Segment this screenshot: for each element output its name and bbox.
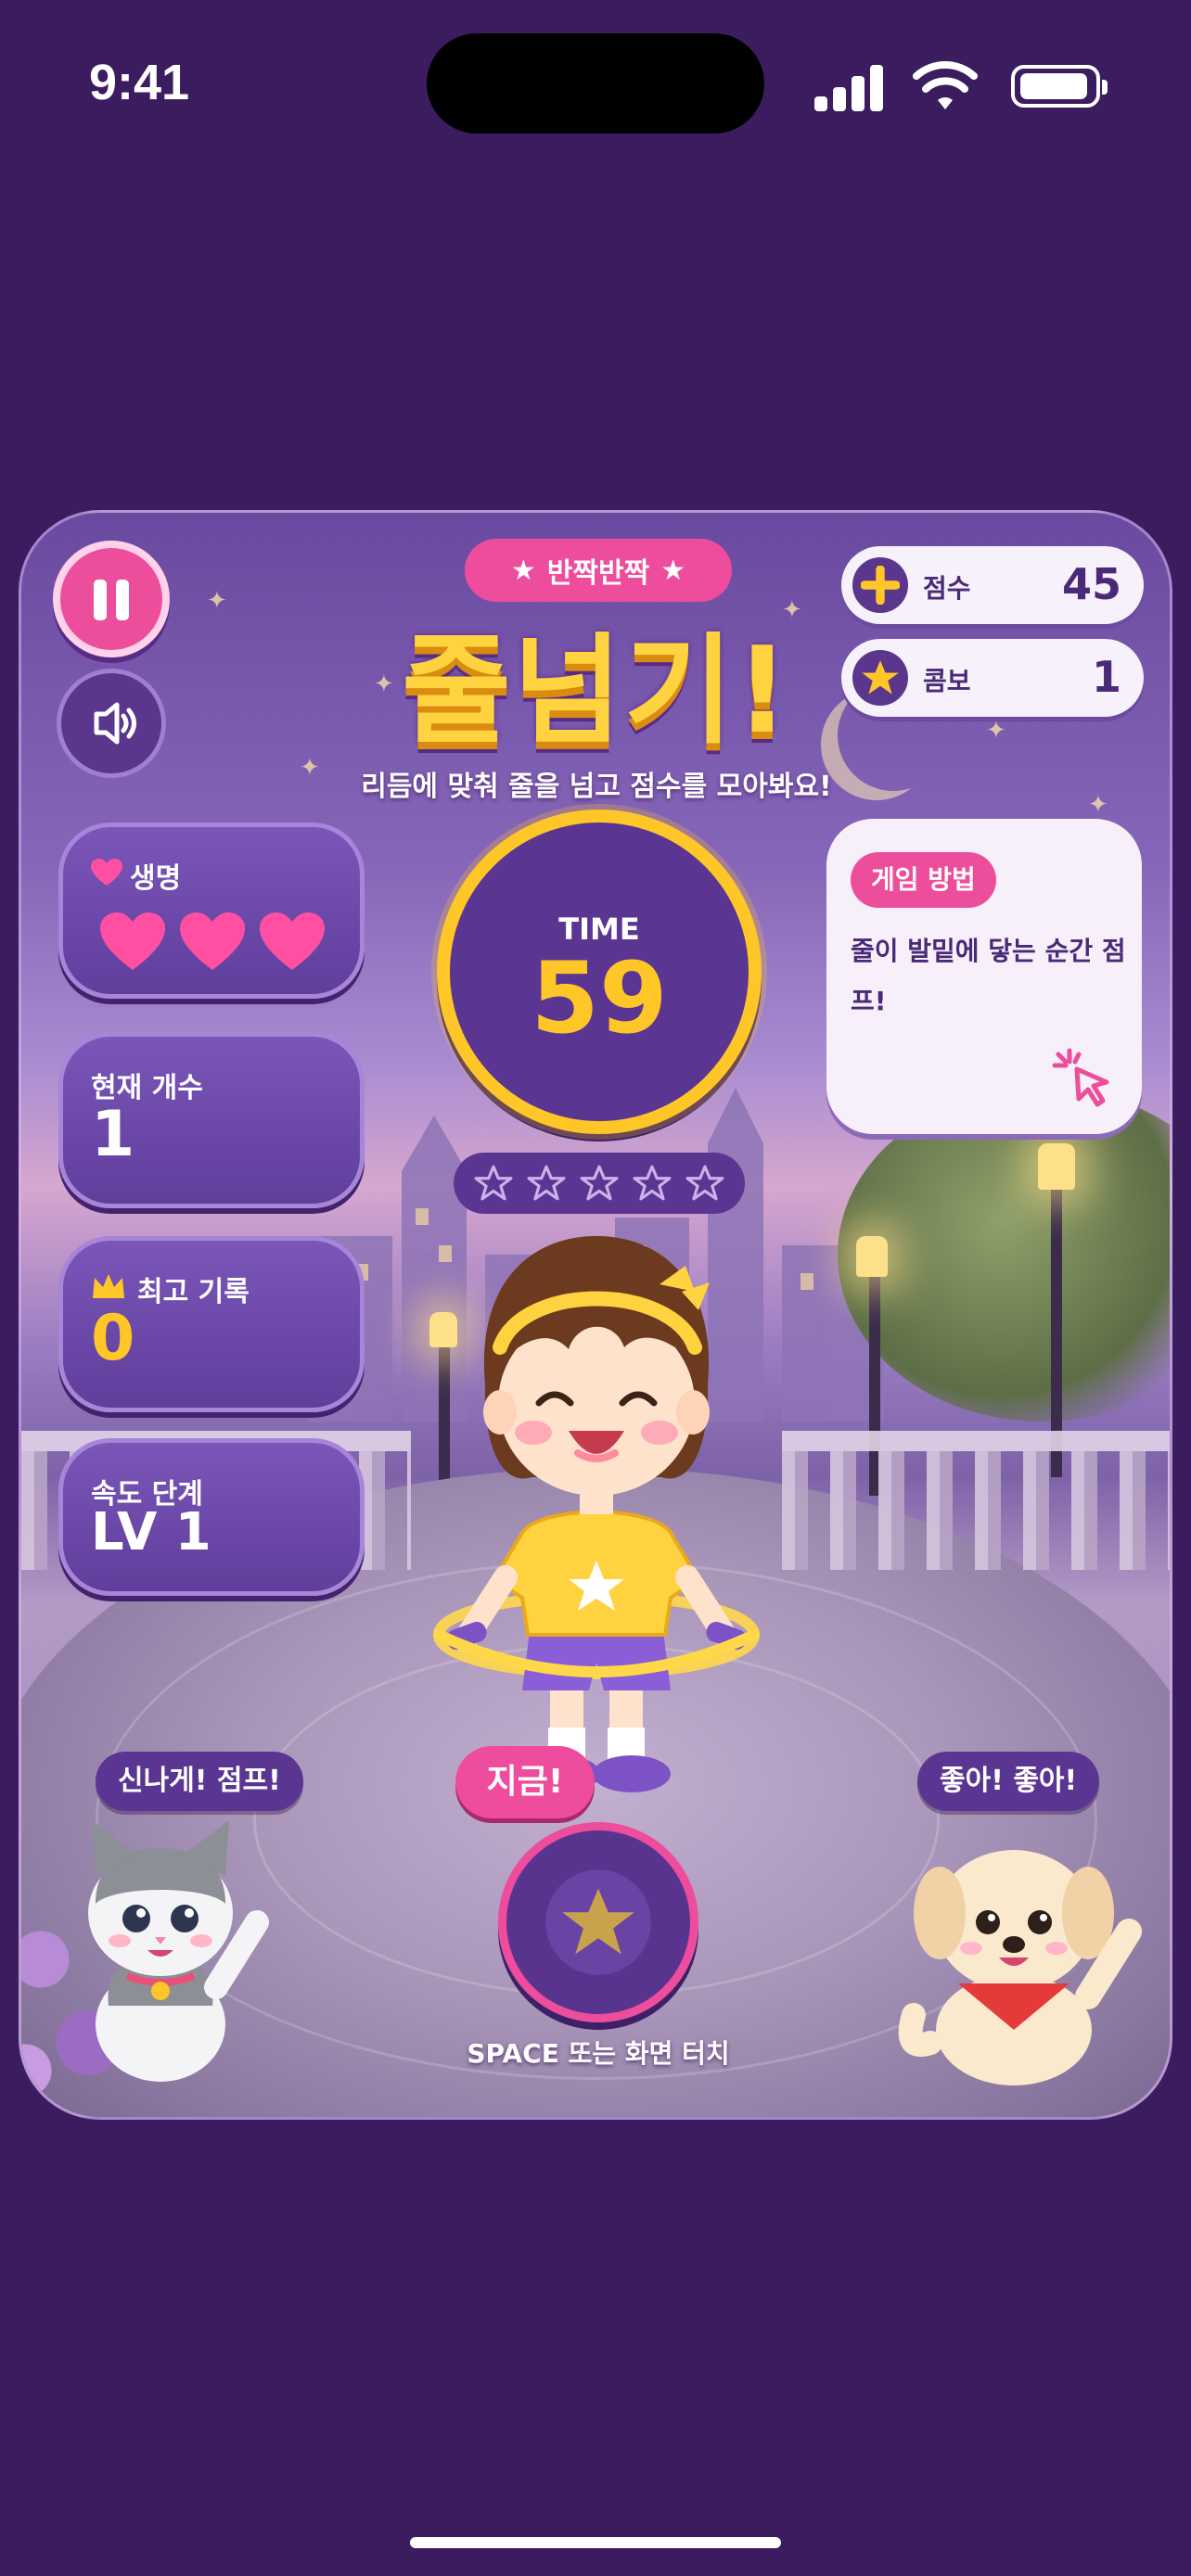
battery-icon [1011,65,1108,108]
combo-value: 1 [1091,652,1121,702]
how-to-play-text: 줄이 발밑에 닿는 순간 점프! [851,936,1126,1016]
star-icon: ★ [510,554,536,587]
rating-star-icon [580,1165,619,1201]
tap-cursor-icon [1052,1048,1109,1107]
dog-speech-bubble: 좋아! 좋아! [917,1752,1100,1811]
subtitle-badge-label: 반짝반짝 [546,557,650,590]
pause-icon-bar [116,580,129,620]
best-record-label: 최고 기록 [137,1276,250,1308]
subtitle-badge: ★ 반짝반짝 ★ [465,539,732,602]
rating-star-icon [633,1165,672,1201]
lives-card: 생명 [58,823,365,999]
lives-label: 생명 [130,862,182,895]
sound-button[interactable] [57,669,166,778]
combo-label: 콤보 [923,666,971,696]
status-bar: 9:41 [0,0,1191,167]
pause-icon [94,580,107,620]
girl-character [433,1236,760,1792]
star-rating [454,1153,745,1214]
rating-star-icon [527,1165,566,1201]
life-heart-icon [180,912,245,970]
current-count-card: 현재 개수 1 [58,1032,365,1208]
home-indicator[interactable] [410,2537,781,2548]
dog-mascot [898,1850,1142,2085]
score-label: 점수 [923,573,971,604]
rating-star-icon [685,1165,724,1201]
wifi-icon [913,61,978,109]
street-lamp-pole [1051,1162,1062,1477]
game-card[interactable]: ✦ ✦ ✦ ✦ ✦ ✦ ★ 반짝반짝 ★ 줄넘기! 리듬에 맞춰 줄을 넘고 점… [19,510,1172,2120]
score-value: 45 [1061,559,1121,609]
crown-icon [93,1274,124,1298]
game-title: 줄넘기! [402,622,791,760]
score-pill: 점수 45 [841,546,1144,624]
how-to-play-card: 게임 방법 줄이 발밑에 닿는 순간 점프! [826,819,1142,1134]
cat-speech-bubble: 신나게! 점프! [96,1752,303,1811]
plus-icon [852,557,908,613]
game-description: 리듬에 맞춰 줄을 넘고 점수를 모아봐요! [361,771,832,803]
street-lamp-icon [1038,1143,1075,1190]
pause-button[interactable] [53,541,170,657]
dynamic-island [427,33,764,134]
now-cue-badge: 지금! [455,1746,595,1818]
current-count-value: 1 [91,1098,135,1171]
rating-star-icon [474,1165,513,1201]
life-heart-icon [100,912,165,970]
heart-icon [91,859,122,886]
best-record-card: 최고 기록 0 [58,1236,365,1412]
how-to-play-badge: 게임 방법 [851,852,996,908]
status-time: 9:41 [89,55,190,110]
cat-mascot [88,1820,269,2082]
speaker-icon [94,702,136,745]
cellular-signal-icon [814,65,883,111]
best-record-value: 0 [91,1302,135,1375]
combo-pill: 콤보 1 [841,639,1144,717]
speed-level-card: 속도 단계 LV 1 [58,1438,365,1596]
jump-hint: SPACE 또는 화면 터치 [467,2038,730,2069]
star-icon: ★ [660,554,686,587]
street-lamp-icon [856,1236,888,1277]
star-icon [562,1888,634,1955]
balustrade-right [782,1431,1170,1570]
timer: TIME 59 [437,810,762,1134]
timer-value: 59 [531,941,668,1055]
life-heart-icon [260,912,325,970]
jump-button[interactable] [498,1822,698,2022]
speed-level-value: LV 1 [91,1502,211,1562]
star-icon [852,650,908,706]
